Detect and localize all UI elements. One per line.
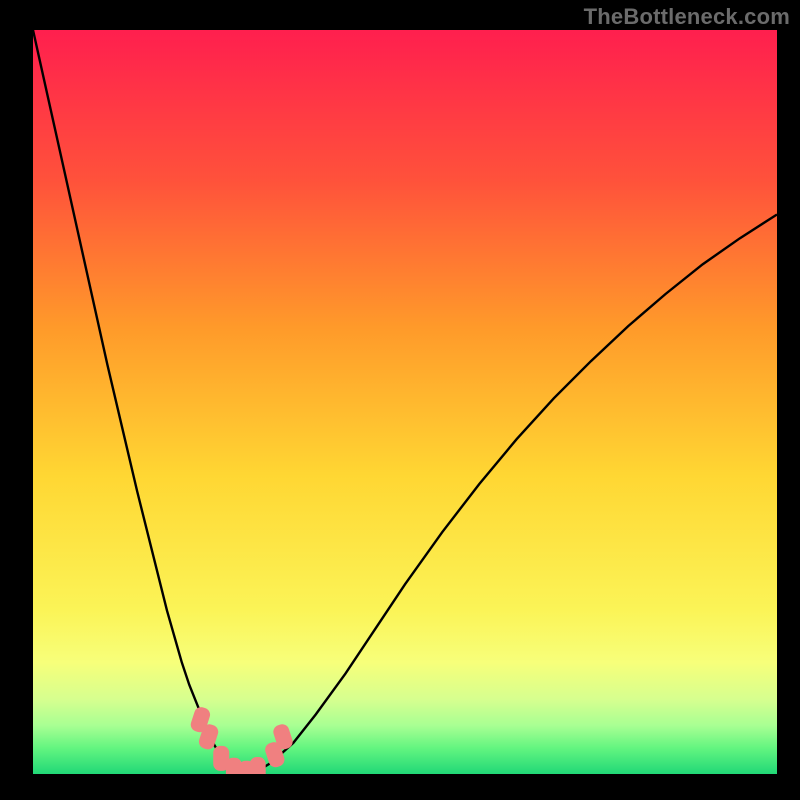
bottleneck-chart — [0, 0, 800, 800]
chart-frame: TheBottleneck.com — [0, 0, 800, 800]
plot-background — [33, 30, 777, 774]
marker-dot — [250, 757, 266, 782]
